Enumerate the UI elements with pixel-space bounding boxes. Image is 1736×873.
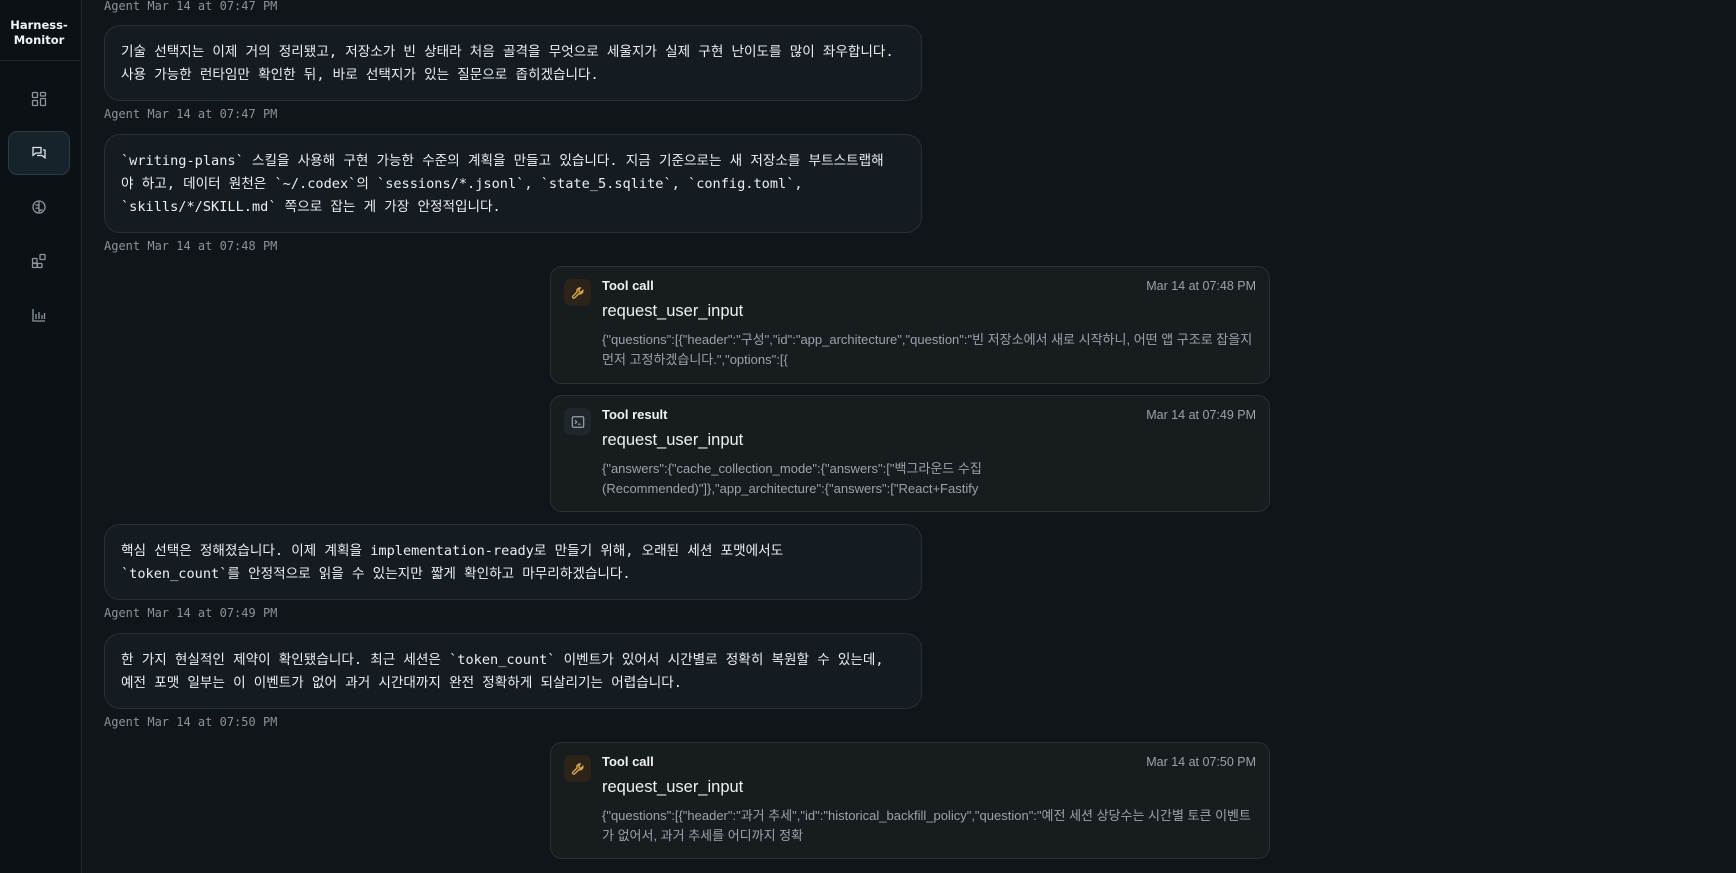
sidebar-item-sessions[interactable] — [8, 131, 70, 175]
message-meta: Agent Mar 14 at 07:49 PM — [104, 606, 278, 620]
message-meta: Agent Mar 14 at 07:47 PM — [104, 0, 278, 13]
brain-icon — [32, 200, 46, 214]
apps-add-icon — [31, 253, 46, 269]
message-meta: Agent Mar 14 at 07:50 PM — [104, 715, 278, 729]
tool-kind-label: Tool result — [602, 407, 668, 422]
sidebar-item-analytics[interactable] — [8, 293, 70, 337]
dashboard-grid-icon — [31, 91, 47, 107]
tool-call-card[interactable]: Tool call Mar 14 at 07:48 PM request_use… — [550, 266, 1270, 384]
tool-timestamp: Mar 14 at 07:48 PM — [1146, 279, 1256, 293]
tool-args: {"questions":[{"header":"구성","id":"app_a… — [602, 332, 1253, 367]
tool-timestamp: Mar 14 at 07:50 PM — [1146, 755, 1256, 769]
tool-name: request_user_input — [602, 778, 744, 796]
brand-line-2: Monitor — [13, 33, 65, 47]
message-meta: Agent Mar 14 at 07:48 PM — [104, 239, 278, 253]
tool-name: request_user_input — [602, 302, 744, 320]
conversation-timeline[interactable]: Agent Mar 14 at 07:47 PM 기술 선택지는 이제 거의 정… — [81, 0, 1736, 873]
tool-timestamp: Mar 14 at 07:49 PM — [1146, 408, 1256, 422]
bar-chart-icon — [32, 309, 46, 322]
sidebar-item-skills[interactable] — [8, 239, 70, 283]
app-brand: Harness- Monitor — [0, 18, 78, 48]
message-meta: Agent Mar 14 at 07:47 PM — [104, 107, 278, 121]
tool-output: {"answers":{"cache_collection_mode":{"an… — [602, 461, 982, 496]
sidebar: Harness- Monitor — [0, 0, 82, 873]
tool-result-card[interactable]: Tool result Mar 14 at 07:49 PM request_u… — [550, 395, 1270, 512]
tool-name: request_user_input — [602, 431, 744, 449]
tool-args: {"questions":[{"header":"과거 추세","id":"hi… — [602, 808, 1251, 843]
sidebar-item-brain[interactable] — [8, 185, 70, 229]
tool-kind-label: Tool call — [602, 278, 654, 293]
wrench-icon — [564, 279, 591, 306]
agent-message: 한 가지 현실적인 제약이 확인됐습니다. 최근 세션은 `token_coun… — [104, 633, 922, 709]
terminal-icon — [564, 408, 591, 435]
sidebar-item-dashboard[interactable] — [8, 77, 70, 121]
brand-line-1: Harness- — [10, 18, 68, 32]
sidebar-divider — [0, 60, 80, 61]
agent-message: 핵심 선택은 정해졌습니다. 이제 계획을 implementation-rea… — [104, 524, 922, 600]
agent-message: 기술 선택지는 이제 거의 정리됐고, 저장소가 빈 상태라 처음 골격을 무엇… — [104, 25, 922, 101]
wrench-icon — [564, 755, 591, 782]
tool-call-card[interactable]: Tool call Mar 14 at 07:50 PM request_use… — [550, 742, 1270, 859]
tool-kind-label: Tool call — [602, 754, 654, 769]
chat-bubbles-icon — [32, 146, 46, 160]
agent-message: `writing-plans` 스킬을 사용해 구현 가능한 수준의 계획을 만… — [104, 134, 922, 233]
